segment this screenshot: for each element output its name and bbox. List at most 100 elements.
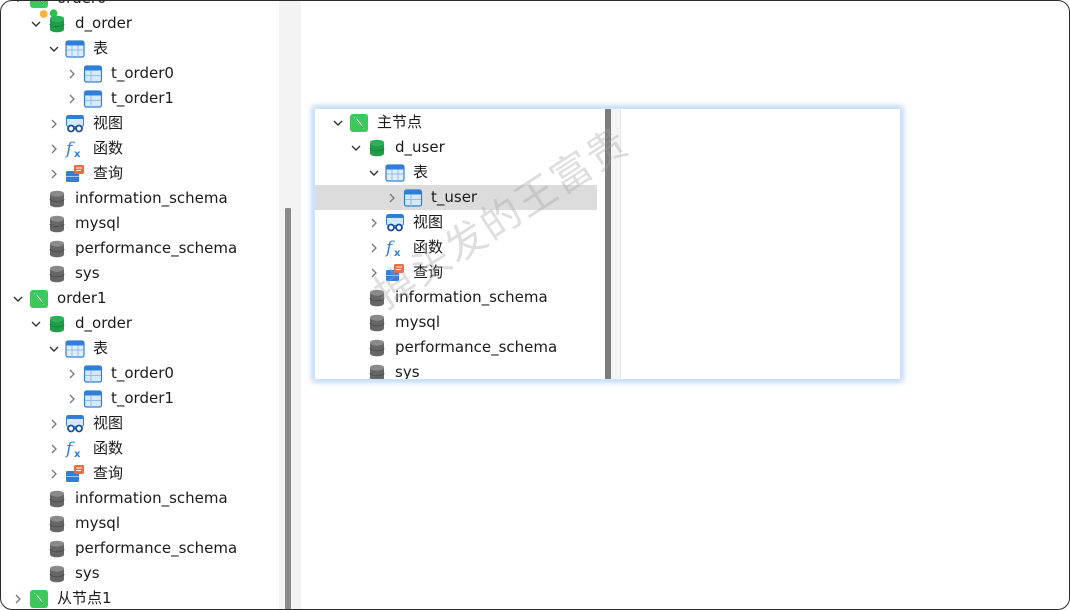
- tree-node-label: 表: [93, 39, 109, 57]
- tree-node[interactable]: information_schema: [1, 186, 279, 211]
- database-icon: [367, 288, 387, 308]
- navigator-tree[interactable]: order0d_order表t_order0t_order1视图fx函数查询in…: [1, 1, 279, 609]
- tree-node[interactable]: 表: [315, 160, 597, 185]
- chevron-right-icon[interactable]: [65, 361, 79, 386]
- chevron-down-icon[interactable]: [29, 311, 43, 336]
- tree-node[interactable]: order1: [1, 286, 279, 311]
- svg-text:x: x: [74, 149, 81, 159]
- tree-node-label: 表: [413, 163, 429, 181]
- tree-node[interactable]: sys: [1, 561, 279, 586]
- tree-node[interactable]: 查询: [1, 461, 279, 486]
- chevron-down-icon[interactable]: [349, 135, 363, 160]
- tree-node[interactable]: 从节点1: [1, 586, 279, 609]
- tree-node[interactable]: d_order: [1, 11, 279, 36]
- chevron-right-icon[interactable]: [367, 260, 381, 285]
- table-icon: [83, 389, 103, 409]
- chevron-right-icon[interactable]: [47, 411, 61, 436]
- tree-node[interactable]: sys: [315, 360, 597, 379]
- query-icon: [65, 164, 85, 184]
- chevron-right-icon[interactable]: [47, 136, 61, 161]
- tree-node[interactable]: t_order1: [1, 86, 279, 111]
- connection-icon: [349, 113, 369, 133]
- navigator-scrollbar[interactable]: [285, 208, 291, 609]
- tree-node[interactable]: 查询: [1, 161, 279, 186]
- tree-node[interactable]: d_user: [315, 135, 597, 160]
- tree-node[interactable]: t_user: [315, 185, 597, 210]
- chevron-right-icon[interactable]: [367, 210, 381, 235]
- tree-node-label: information_schema: [75, 189, 228, 207]
- tree-node[interactable]: t_order1: [1, 386, 279, 411]
- tree-node[interactable]: performance_schema: [315, 335, 597, 360]
- tree-node-label: performance_schema: [75, 239, 238, 257]
- tree-node-label: 视图: [93, 114, 124, 132]
- tree-node[interactable]: 表: [1, 336, 279, 361]
- database-icon: [47, 539, 67, 559]
- chevron-right-icon[interactable]: [65, 386, 79, 411]
- database-icon: [47, 514, 67, 534]
- tree-node[interactable]: f x 函数: [1, 436, 279, 461]
- tree-node[interactable]: information_schema: [1, 486, 279, 511]
- chevron-right-icon[interactable]: [367, 235, 381, 260]
- chevron-down-icon[interactable]: [11, 286, 25, 311]
- tree-node-label: information_schema: [75, 489, 228, 507]
- tree-node[interactable]: mysql: [315, 310, 597, 335]
- tree-node[interactable]: 视图: [1, 411, 279, 436]
- tree-node[interactable]: 表: [1, 36, 279, 61]
- chevron-right-icon[interactable]: [65, 86, 79, 111]
- tree-node[interactable]: mysql: [1, 211, 279, 236]
- chevron-down-icon[interactable]: [29, 11, 43, 36]
- tree-node-label: t_user: [431, 188, 478, 206]
- tree-node[interactable]: order0: [1, 1, 279, 18]
- tree-node[interactable]: information_schema: [315, 285, 597, 310]
- tree-node-label: performance_schema: [395, 338, 558, 356]
- table-icon: [83, 64, 103, 84]
- tree-node[interactable]: mysql: [1, 511, 279, 536]
- chevron-right-icon[interactable]: [65, 61, 79, 86]
- tree-node-label: d_order: [75, 314, 133, 332]
- chevron-down-icon[interactable]: [47, 336, 61, 361]
- tree-node[interactable]: t_order0: [1, 361, 279, 386]
- chevron-right-icon[interactable]: [385, 185, 399, 210]
- table-icon: [83, 364, 103, 384]
- chevron-down-icon[interactable]: [47, 36, 61, 61]
- app-window: order0d_order表t_order0t_order1视图fx函数查询in…: [0, 0, 1070, 610]
- chevron-right-icon[interactable]: [11, 586, 25, 609]
- tree-node[interactable]: 查询: [315, 260, 597, 285]
- tree-node[interactable]: t_order0: [1, 61, 279, 86]
- table-folder-icon: [385, 163, 405, 183]
- preview-tree[interactable]: 主节点 d_user 表 t_user 视图 f x 函数 查询 information_sche…: [315, 110, 597, 379]
- tree-node[interactable]: sys: [1, 261, 279, 286]
- chevron-right-icon[interactable]: [47, 161, 61, 186]
- function-icon: fx: [65, 139, 85, 159]
- database-icon: [47, 189, 67, 209]
- tree-node[interactable]: performance_schema: [1, 236, 279, 261]
- tree-node[interactable]: f x 函数: [1, 136, 279, 161]
- table-folder-icon: [65, 339, 85, 359]
- chevron-right-icon[interactable]: [47, 436, 61, 461]
- tree-node[interactable]: d_order: [1, 311, 279, 336]
- preview-splitter[interactable]: [611, 109, 621, 379]
- database-icon: [47, 214, 67, 234]
- chevron-down-icon[interactable]: [11, 1, 25, 11]
- chevron-down-icon[interactable]: [367, 160, 381, 185]
- chevron-right-icon[interactable]: [47, 111, 61, 136]
- tree-node[interactable]: 视图: [315, 210, 597, 235]
- tree-node[interactable]: f x 函数: [315, 235, 597, 260]
- connection-icon: [29, 589, 49, 609]
- database-active-icon: [47, 314, 67, 334]
- tree-node[interactable]: performance_schema: [1, 536, 279, 561]
- tree-node[interactable]: 主节点: [315, 110, 597, 135]
- tree-node-label: information_schema: [395, 288, 548, 306]
- tree-node-label: mysql: [75, 514, 120, 532]
- tree-node[interactable]: 视图: [1, 111, 279, 136]
- chevron-down-icon[interactable]: [331, 110, 345, 135]
- chevron-right-icon[interactable]: [47, 461, 61, 486]
- table-icon: [83, 89, 103, 109]
- tree-node-label: d_order: [75, 14, 133, 32]
